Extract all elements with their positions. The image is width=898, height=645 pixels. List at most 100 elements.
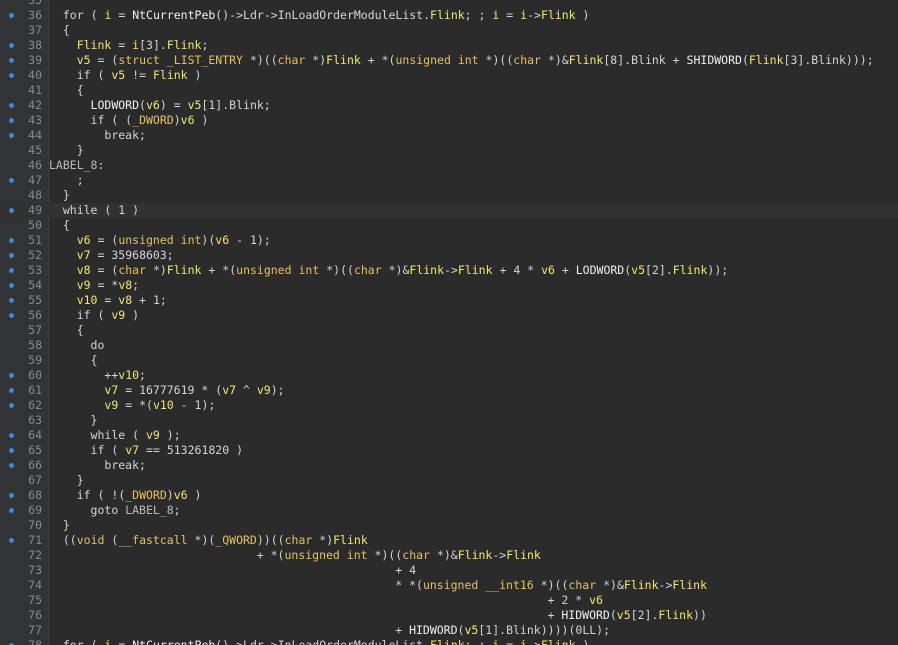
code-line-77[interactable]: 77 + HIDWORD(v5[1].Blink))))(0LL); bbox=[0, 623, 898, 638]
code-line-66[interactable]: 66 break; bbox=[0, 458, 898, 473]
code-line-54[interactable]: 54 v9 = *v8; bbox=[0, 278, 898, 293]
line-number: 65 bbox=[28, 443, 42, 457]
line-number: 40 bbox=[28, 68, 42, 82]
code-text: for ( i = NtCurrentPeb()->Ldr->InLoadOrd… bbox=[62, 8, 590, 22]
code-text: { bbox=[90, 353, 98, 367]
code-text: { bbox=[62, 23, 70, 37]
line-number: 38 bbox=[28, 38, 42, 52]
line-number: 75 bbox=[28, 593, 42, 607]
code-text: if ( v9 ) bbox=[76, 308, 140, 322]
code-line-64[interactable]: 64 while ( v9 ); bbox=[0, 428, 898, 443]
line-number: 44 bbox=[28, 128, 42, 142]
code-line-49[interactable]: 49 while ( 1 ) bbox=[0, 203, 898, 218]
code-line-55[interactable]: 55 v10 = v8 + 1; bbox=[0, 293, 898, 308]
code-line-40[interactable]: 40 if ( v5 != Flink ) bbox=[0, 68, 898, 83]
code-text: v10 = v8 + 1; bbox=[76, 293, 167, 307]
line-number: 42 bbox=[28, 98, 42, 112]
code-line-63[interactable]: 63 } bbox=[0, 413, 898, 428]
code-line-59[interactable]: 59 { bbox=[0, 353, 898, 368]
code-line-46[interactable]: 46 LABEL_8: bbox=[0, 158, 898, 173]
code-line-57[interactable]: 57 { bbox=[0, 323, 898, 338]
line-number: 49 bbox=[28, 203, 42, 217]
line-number: 67 bbox=[28, 473, 42, 487]
code-text: if ( v7 == 513261820 ) bbox=[90, 443, 244, 457]
code-line-65[interactable]: 65 if ( v7 == 513261820 ) bbox=[0, 443, 898, 458]
code-line-78[interactable]: 78 for ( i = NtCurrentPeb()->Ldr->InLoad… bbox=[0, 638, 898, 645]
code-line-70[interactable]: 70 } bbox=[0, 518, 898, 533]
code-line-42[interactable]: 42 LODWORD(v6) = v5[1].Blink; bbox=[0, 98, 898, 113]
code-text: + 4 bbox=[395, 563, 416, 577]
code-line-51[interactable]: 51 v6 = (unsigned int)(v6 - 1); bbox=[0, 233, 898, 248]
code-text: + HIDWORD(v5[2].Flink)) bbox=[547, 608, 707, 622]
code-editor[interactable]: 35 36 for ( i = NtCurrentPeb()->Ldr->InLo… bbox=[0, 0, 898, 645]
code-line-37[interactable]: 37 { bbox=[0, 23, 898, 38]
code-text: + HIDWORD(v5[1].Blink))))(0LL); bbox=[395, 623, 611, 637]
line-number: 35 bbox=[28, 0, 42, 7]
code-line-62[interactable]: 62 v9 = *(v10 - 1); bbox=[0, 398, 898, 413]
code-text: if ( !(_DWORD)v6 ) bbox=[76, 488, 202, 502]
code-line-48[interactable]: 48 } bbox=[0, 188, 898, 203]
code-text: } bbox=[90, 413, 98, 427]
code-line-69[interactable]: 69 goto LABEL_8; bbox=[0, 503, 898, 518]
code-text: v9 = *(v10 - 1); bbox=[104, 398, 216, 412]
line-number: 71 bbox=[28, 533, 42, 547]
line-number: 37 bbox=[28, 23, 42, 37]
code-line-38[interactable]: 38 Flink = i[3].Flink; bbox=[0, 38, 898, 53]
line-number: 45 bbox=[28, 143, 42, 157]
code-line-71[interactable]: 71 ((void (__fastcall *)(_QWORD))((char … bbox=[0, 533, 898, 548]
code-line-41[interactable]: 41 { bbox=[0, 83, 898, 98]
code-line-72[interactable]: 72 + *(unsigned int *)((char *)&Flink->F… bbox=[0, 548, 898, 563]
line-number: 60 bbox=[28, 368, 42, 382]
line-number: 68 bbox=[28, 488, 42, 502]
code-line-58[interactable]: 58 do bbox=[0, 338, 898, 353]
code-line-73[interactable]: 73 + 4 bbox=[0, 563, 898, 578]
code-text: v5 = (struct _LIST_ENTRY *)((char *)Flin… bbox=[76, 53, 874, 67]
code-line-44[interactable]: 44 break; bbox=[0, 128, 898, 143]
code-line-53[interactable]: 53 v8 = (char *)Flink + *(unsigned int *… bbox=[0, 263, 898, 278]
code-line-45[interactable]: 45 } bbox=[0, 143, 898, 158]
line-number: 48 bbox=[28, 188, 42, 202]
line-number: 36 bbox=[28, 8, 42, 22]
line-number: 69 bbox=[28, 503, 42, 517]
line-number: 62 bbox=[28, 398, 42, 412]
line-number: 77 bbox=[28, 623, 42, 637]
code-text: v9 = *v8; bbox=[76, 278, 140, 292]
code-line-39[interactable]: 39 v5 = (struct _LIST_ENTRY *)((char *)F… bbox=[0, 53, 898, 68]
line-number: 55 bbox=[28, 293, 42, 307]
line-number: 39 bbox=[28, 53, 42, 67]
code-text: LABEL_8: bbox=[49, 158, 105, 172]
code-text: + *(unsigned int *)((char *)&Flink->Flin… bbox=[256, 548, 541, 562]
code-line-47[interactable]: 47 ; bbox=[0, 173, 898, 188]
line-number: 41 bbox=[28, 83, 42, 97]
code-line-61[interactable]: 61 v7 = 16777619 * (v7 ^ v9); bbox=[0, 383, 898, 398]
line-number: 43 bbox=[28, 113, 42, 127]
code-line-75[interactable]: 75 + 2 * v6 bbox=[0, 593, 898, 608]
line-number: 56 bbox=[28, 308, 42, 322]
code-text: { bbox=[62, 218, 70, 232]
code-text: while ( v9 ); bbox=[90, 428, 181, 442]
code-text: } bbox=[76, 143, 84, 157]
code-line-68[interactable]: 68 if ( !(_DWORD)v6 ) bbox=[0, 488, 898, 503]
code-text: for ( i = NtCurrentPeb()->Ldr->InLoadOrd… bbox=[62, 638, 590, 645]
code-text: ++v10; bbox=[104, 368, 146, 382]
line-number: 54 bbox=[28, 278, 42, 292]
code-line-35[interactable]: 35 bbox=[0, 0, 898, 8]
code-line-50[interactable]: 50 { bbox=[0, 218, 898, 233]
code-line-52[interactable]: 52 v7 = 35968603; bbox=[0, 248, 898, 263]
code-line-67[interactable]: 67 } bbox=[0, 473, 898, 488]
code-line-60[interactable]: 60 ++v10; bbox=[0, 368, 898, 383]
code-line-36[interactable]: 36 for ( i = NtCurrentPeb()->Ldr->InLoad… bbox=[0, 8, 898, 23]
code-text: if ( v5 != Flink ) bbox=[76, 68, 202, 82]
line-number: 63 bbox=[28, 413, 42, 427]
line-number: 61 bbox=[28, 383, 42, 397]
line-number: 57 bbox=[28, 323, 42, 337]
code-text: if ( (_DWORD)v6 ) bbox=[90, 113, 209, 127]
code-line-74[interactable]: 74 * *(unsigned __int16 *)((char *)&Flin… bbox=[0, 578, 898, 593]
code-line-43[interactable]: 43 if ( (_DWORD)v6 ) bbox=[0, 113, 898, 128]
code-text: + 2 * v6 bbox=[547, 593, 603, 607]
code-line-56[interactable]: 56 if ( v9 ) bbox=[0, 308, 898, 323]
code-line-76[interactable]: 76 + HIDWORD(v5[2].Flink)) bbox=[0, 608, 898, 623]
line-number: 59 bbox=[28, 353, 42, 367]
line-number: 53 bbox=[28, 263, 42, 277]
code-text: ; bbox=[76, 173, 84, 187]
